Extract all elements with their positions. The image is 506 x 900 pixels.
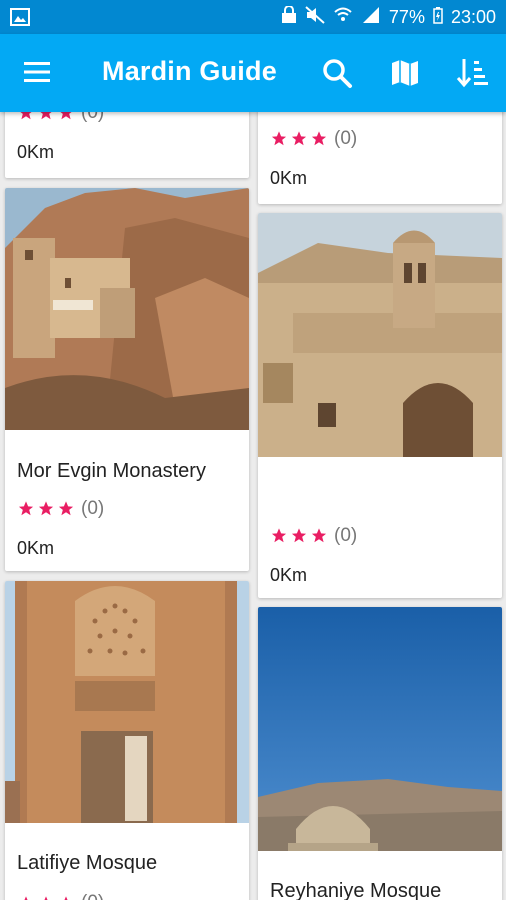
star-icon [291,528,307,543]
app-bar: Mardin Guide [0,34,506,112]
rating-count: (0) [334,525,358,546]
star-icon [38,501,54,516]
rating-stars [17,500,75,517]
star-icon [20,112,32,120]
rating-count: (0) [81,498,105,519]
place-card[interactable]: (0) 0Km [258,112,502,204]
mute-icon [305,6,325,29]
place-photo [5,581,249,823]
star-icon [24,896,28,900]
star-icon [44,896,48,900]
battery-percent: 77% [388,7,425,27]
distance: 0Km [17,538,55,558]
star-icon [271,528,287,543]
rating-count: (0) [334,128,358,149]
distance: 0Km [270,168,308,188]
place-card[interactable]: Latifiye Mosque (0) [5,581,249,900]
battery-icon [433,6,443,29]
search-icon[interactable] [320,56,356,92]
rating-stars [270,527,328,544]
lock-icon [281,5,297,29]
star-icon [64,896,68,900]
rating-count: (0) [81,892,104,900]
place-card[interactable]: (0) 0Km [5,112,249,178]
place-name: Mor Evgin Monastery [17,460,206,482]
clock: 23:00 [450,7,496,27]
status-bar: 77% 23:00 [0,0,506,34]
wifi-icon [333,6,353,29]
place-photo [258,213,502,457]
place-name: Latifiye Mosque [17,852,158,874]
rating-stars [17,895,75,900]
place-name: Reyhaniye Mosque [270,880,442,900]
place-card[interactable]: Reyhaniye Mosque [258,607,502,900]
rating-stars [17,112,75,121]
places-list[interactable]: (0) 0Km (0) 0Km Mor Evgin Monastery (0) … [0,112,506,900]
distance: 0Km [270,565,308,585]
image-notification-icon [10,8,30,31]
rating-stars [270,130,328,147]
star-icon [311,131,327,146]
place-photo [5,188,249,430]
app-title: Mardin Guide [102,56,277,86]
star-icon [60,112,72,120]
menu-icon[interactable] [22,59,58,89]
star-icon [40,112,52,120]
sort-icon[interactable] [455,56,491,92]
signal-icon [361,6,381,29]
map-icon[interactable] [388,56,424,92]
star-icon [58,501,74,516]
distance: 0Km [17,142,55,162]
star-icon [271,131,287,146]
place-photo [258,607,502,851]
rating-count: (0) [81,112,105,123]
star-icon [18,501,34,516]
star-icon [291,131,307,146]
place-card[interactable]: Mor Evgin Monastery (0) 0Km [5,188,249,571]
place-card[interactable]: (0) 0Km [258,213,502,598]
star-icon [311,528,327,543]
